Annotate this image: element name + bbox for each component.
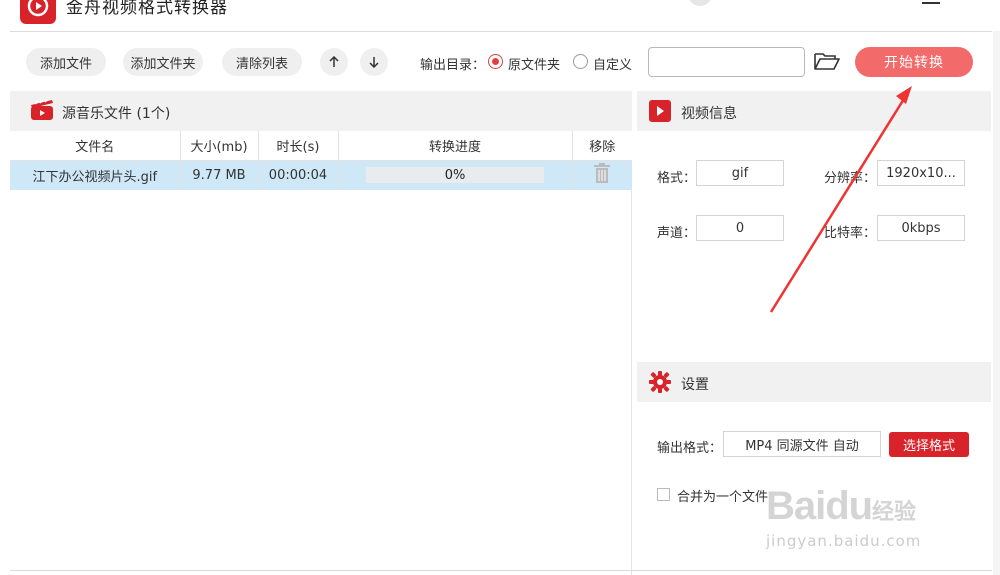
arrow-up-icon: [329, 56, 339, 67]
settings-title: 设置: [681, 377, 709, 393]
file-duration-cell: 00:00:04: [258, 160, 339, 190]
remove-cell: [572, 160, 632, 190]
merge-checkbox-label[interactable]: 合并为一个文件: [677, 486, 768, 505]
bitrate-label: 比特率：: [824, 226, 877, 241]
video-info-header: 视频信息: [637, 91, 991, 131]
channels-label: 声道：: [657, 226, 697, 241]
column-header[interactable]: 时长(s): [258, 131, 339, 161]
start-convert-button[interactable]: 开始转换: [855, 47, 973, 77]
file-table: 文件名 大小(mb) 时长(s) 转换进度 移除 江下办公视频片头.gif 9.…: [10, 131, 632, 190]
column-header[interactable]: 移除: [572, 131, 632, 161]
resolution-label: 分辨率：: [824, 171, 877, 186]
arrow-down-icon: [369, 57, 379, 68]
output-dir-label: 输出目录：: [420, 58, 486, 73]
file-list-panel: 源音乐文件 (1个) 文件名 大小(mb) 时长(s) 转换进度 移除 江下办公…: [10, 91, 632, 575]
clear-list-button[interactable]: 清除列表: [222, 48, 302, 76]
watermark-text: Baidu: [766, 484, 873, 528]
video-info-title: 视频信息: [681, 106, 737, 122]
progress-bar: 0%: [366, 167, 544, 184]
file-name-cell[interactable]: 江下办公视频片头.gif: [10, 160, 181, 190]
radio-custom-label[interactable]: 自定义: [593, 54, 632, 73]
app-logo-icon: [20, 0, 56, 24]
toolbar: 添加文件 添加文件夹 清除列表 输出目录： 原文件夹 自定义 开始转换: [10, 31, 992, 91]
move-up-button[interactable]: [320, 48, 348, 76]
radio-original-folder-label[interactable]: 原文件夹: [508, 54, 560, 73]
file-size-cell: 9.77 MB: [180, 160, 259, 190]
settings-header: 设置: [637, 362, 991, 402]
resolution-value: 1920x10...: [877, 160, 965, 186]
baidu-watermark: Baidu 经验 jingyan.baidu.com: [762, 484, 952, 564]
watermark-url: jingyan.baidu.com: [766, 532, 922, 550]
format-label: 格式：: [657, 171, 697, 186]
film-clapper-icon: [30, 98, 54, 125]
user-avatar-icon[interactable]: [688, 0, 712, 6]
window-edge: [993, 31, 1000, 575]
progress-cell: 0%: [338, 160, 573, 190]
progress-text: 0%: [444, 167, 466, 183]
title-bar: 金舟视频格式转换器: [0, 0, 1000, 30]
table-header-row: 文件名 大小(mb) 时长(s) 转换进度 移除: [10, 131, 632, 161]
bottom-divider: [10, 570, 992, 571]
move-down-button[interactable]: [360, 48, 388, 76]
bitrate-value: 0kbps: [877, 215, 965, 241]
merge-checkbox[interactable]: [657, 488, 670, 501]
column-header[interactable]: 文件名: [10, 131, 181, 161]
column-header[interactable]: 大小(mb): [180, 131, 259, 161]
output-format-value: MP4 同源文件 自动: [723, 431, 881, 457]
trash-icon[interactable]: [594, 163, 611, 187]
format-value: gif: [696, 160, 784, 186]
gear-icon: [649, 371, 671, 397]
file-list-title: 源音乐文件 (1个): [62, 106, 171, 122]
folder-open-icon[interactable]: [814, 51, 840, 75]
radio-original-folder[interactable]: [488, 54, 503, 69]
choose-format-button[interactable]: 选择格式: [889, 432, 969, 457]
play-icon: [649, 100, 671, 126]
radio-custom[interactable]: [573, 54, 588, 69]
output-path-input[interactable]: [648, 47, 805, 77]
watermark-cn: 经验: [872, 500, 917, 525]
channels-value: 0: [696, 215, 784, 241]
output-format-label: 输出格式：: [657, 441, 723, 456]
column-header[interactable]: 转换进度: [338, 131, 573, 161]
minimize-icon[interactable]: [922, 2, 940, 4]
app-title: 金舟视频格式转换器: [66, 0, 228, 18]
add-folder-button[interactable]: 添加文件夹: [123, 48, 203, 76]
table-row[interactable]: 江下办公视频片头.gif 9.77 MB 00:00:04 0%: [10, 160, 632, 190]
file-list-header: 源音乐文件 (1个): [10, 91, 632, 131]
add-file-button[interactable]: 添加文件: [26, 48, 106, 76]
